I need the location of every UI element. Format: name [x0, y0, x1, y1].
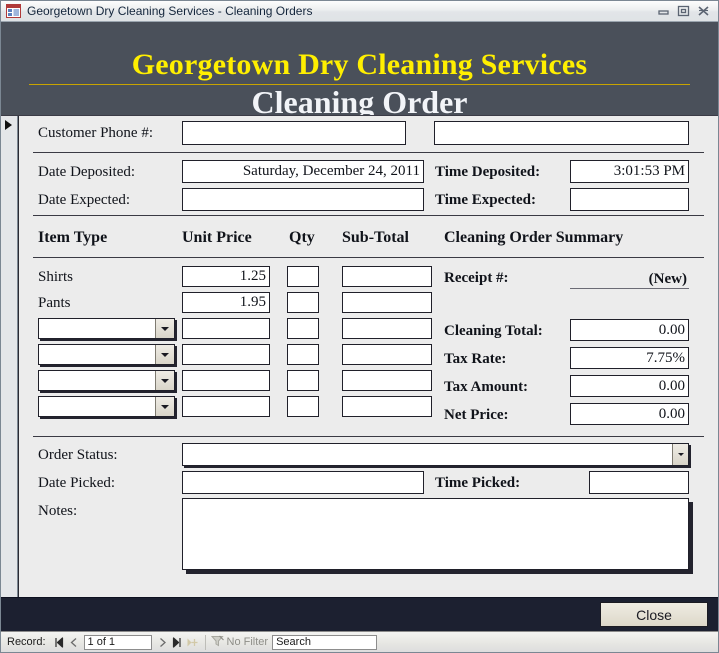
previous-record-icon[interactable]	[66, 635, 81, 650]
no-filter-button[interactable]: No Filter	[210, 635, 269, 650]
summary-row-value[interactable]: 0.00	[570, 375, 689, 397]
form-canvas: Customer Phone #: Date Deposited: Saturd…	[18, 116, 718, 597]
item-qty-input[interactable]	[287, 266, 319, 287]
order-status-combobox[interactable]	[182, 443, 689, 466]
divider-items-header	[33, 257, 704, 258]
time-deposited-label: Time Deposited:	[435, 164, 541, 180]
date-expected-label: Date Expected:	[38, 192, 131, 208]
customer-phone-label: Customer Phone #:	[38, 125, 153, 141]
chevron-down-icon[interactable]	[155, 319, 174, 338]
item-subtotal-input[interactable]	[342, 292, 432, 313]
form-subtitle: Cleaning Order	[251, 84, 468, 120]
item-unit-price-input[interactable]: 1.25	[182, 266, 270, 287]
summary-row-label: Tax Amount:	[444, 379, 529, 395]
divider-customer	[33, 152, 704, 153]
filter-icon	[210, 635, 224, 650]
item-type-label: Pants	[38, 295, 71, 311]
chevron-down-icon[interactable]	[155, 345, 174, 364]
new-record-icon[interactable]	[185, 635, 200, 650]
form-detail-area: Customer Phone #: Date Deposited: Saturd…	[1, 115, 718, 597]
chevron-down-icon[interactable]	[672, 444, 688, 465]
summary-heading: Cleaning Order Summary	[444, 229, 624, 246]
form-footer-band: Close	[1, 597, 718, 631]
item-unit-price-input[interactable]: 1.95	[182, 292, 270, 313]
company-title: Georgetown Dry Cleaning Services	[131, 48, 588, 81]
record-label: Record:	[7, 636, 46, 648]
customer-phone-input[interactable]	[182, 121, 406, 145]
item-type-combobox[interactable]	[38, 396, 175, 417]
notes-label: Notes:	[38, 503, 78, 519]
title-bar: Georgetown Dry Cleaning Services - Clean…	[1, 1, 718, 22]
record-navigation-bar: Record: 1 of 1 No Filter Search	[1, 631, 718, 652]
item-unit-price-input[interactable]	[182, 344, 270, 365]
summary-row-label: Cleaning Total:	[444, 323, 543, 339]
time-expected-input[interactable]	[570, 188, 689, 211]
item-type-label: Shirts	[38, 269, 74, 285]
item-qty-input[interactable]	[287, 396, 319, 417]
access-form-window: Georgetown Dry Cleaning Services - Clean…	[0, 0, 719, 653]
chevron-down-icon[interactable]	[155, 397, 174, 416]
customer-name-input[interactable]	[434, 121, 689, 145]
item-qty-input[interactable]	[287, 318, 319, 339]
access-form-icon	[6, 4, 21, 18]
receipt-number-value: (New)	[570, 266, 689, 289]
chevron-down-icon[interactable]	[155, 371, 174, 390]
items-header-unit-price: Unit Price	[182, 229, 252, 246]
item-type-combobox[interactable]	[38, 370, 175, 391]
search-input[interactable]: Search	[272, 634, 378, 650]
item-unit-price-input[interactable]	[182, 396, 270, 417]
summary-row-label: Tax Rate:	[444, 351, 507, 367]
item-qty-input[interactable]	[287, 370, 319, 391]
item-subtotal-input[interactable]	[342, 344, 432, 365]
item-qty-input[interactable]	[287, 344, 319, 365]
summary-row-label: Net Price:	[444, 407, 509, 423]
form-header-band: Georgetown Dry Cleaning Services Cleanin…	[1, 22, 718, 120]
window-controls	[657, 5, 710, 17]
restore-icon[interactable]	[677, 5, 690, 17]
divider-dates	[33, 215, 704, 216]
item-unit-price-input[interactable]	[182, 370, 270, 391]
summary-row-value[interactable]: 0.00	[570, 319, 689, 341]
date-picked-label: Date Picked:	[38, 475, 116, 491]
last-record-icon[interactable]	[170, 635, 185, 650]
no-filter-label: No Filter	[226, 636, 269, 648]
record-position-input[interactable]: 1 of 1	[83, 634, 152, 650]
date-picked-input[interactable]	[182, 471, 424, 494]
item-subtotal-input[interactable]	[342, 396, 432, 417]
navbar-separator	[204, 634, 206, 650]
item-unit-price-input[interactable]	[182, 318, 270, 339]
item-type-combobox[interactable]	[38, 318, 175, 339]
items-header-qty: Qty	[289, 229, 315, 246]
item-subtotal-input[interactable]	[342, 370, 432, 391]
summary-row-value[interactable]: 7.75%	[570, 347, 689, 369]
item-subtotal-input[interactable]	[342, 318, 432, 339]
date-deposited-input[interactable]: Saturday, December 24, 2011	[182, 160, 424, 183]
window-title: Georgetown Dry Cleaning Services - Clean…	[27, 4, 313, 18]
time-picked-input[interactable]	[589, 471, 689, 494]
notes-textarea[interactable]	[182, 498, 689, 570]
time-picked-label: Time Picked:	[435, 475, 521, 491]
divider-items-bottom	[33, 436, 704, 437]
date-deposited-label: Date Deposited:	[38, 164, 136, 180]
record-selector[interactable]	[1, 116, 18, 597]
receipt-number-label: Receipt #:	[444, 270, 509, 286]
item-type-combobox[interactable]	[38, 344, 175, 365]
items-header-item-type: Item Type	[38, 229, 108, 246]
item-qty-input[interactable]	[287, 292, 319, 313]
first-record-icon[interactable]	[51, 635, 66, 650]
next-record-icon[interactable]	[155, 635, 170, 650]
time-expected-label: Time Expected:	[435, 192, 536, 208]
time-deposited-input[interactable]: 3:01:53 PM	[570, 160, 689, 183]
close-icon[interactable]	[697, 5, 710, 17]
items-header-sub-total: Sub-Total	[342, 229, 409, 246]
order-status-label: Order Status:	[38, 447, 118, 463]
item-subtotal-input[interactable]	[342, 266, 432, 287]
summary-row-value[interactable]: 0.00	[570, 403, 689, 425]
record-selector-arrow-icon	[5, 120, 12, 130]
minimize-icon[interactable]	[657, 5, 670, 17]
date-expected-input[interactable]	[182, 188, 424, 211]
close-button[interactable]: Close	[600, 602, 708, 627]
